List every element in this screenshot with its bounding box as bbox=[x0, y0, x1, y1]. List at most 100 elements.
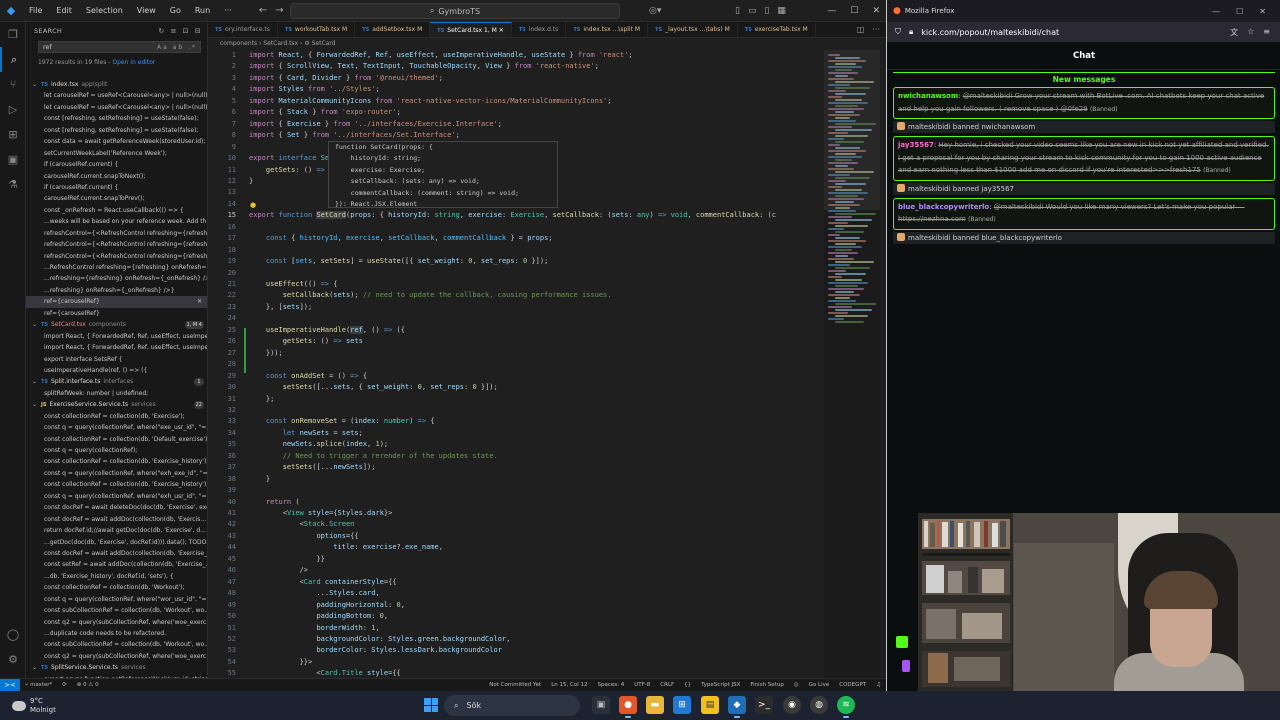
dismiss-result-icon[interactable]: ✕ bbox=[197, 296, 202, 307]
ff-close-icon[interactable]: ✕ bbox=[1259, 7, 1266, 16]
search-result-file[interactable]: ⌄ JS ExerciseService.Service.ts services 22 bbox=[26, 399, 207, 410]
remote-explorer-icon[interactable]: ▣ bbox=[0, 147, 26, 172]
ff-minimize-icon[interactable]: — bbox=[1212, 7, 1220, 16]
github-icon[interactable]: ◍ bbox=[810, 696, 828, 714]
cursor-position[interactable]: Ln 15, Col 12 bbox=[546, 682, 592, 688]
search-result-line[interactable]: const q = query(collectionRef, where("ex… bbox=[26, 468, 207, 479]
search-result-line[interactable]: const subCollectionRef = collection(db, … bbox=[26, 639, 207, 650]
lightbulb-icon[interactable]: ● bbox=[250, 201, 256, 209]
store-icon[interactable]: ⊞ bbox=[673, 696, 691, 714]
search-result-line[interactable]: const [refreshing, setRefreshing] = useS… bbox=[26, 113, 207, 124]
encoding[interactable]: UTF-8 bbox=[629, 682, 655, 688]
search-result-line[interactable]: ...refreshing={refreshing} onRefresh={_o… bbox=[26, 273, 207, 284]
chat-message[interactable]: jay35567: Hey homie, i checked your vide… bbox=[893, 136, 1275, 181]
search-result-line[interactable]: ref={carouselRef} bbox=[26, 308, 207, 319]
search-result-line[interactable]: setCurrentWeekLabel('Reference Week'); bbox=[26, 148, 207, 159]
chevron-down-icon[interactable]: ⌄ bbox=[32, 376, 41, 387]
clear-results-icon[interactable]: ≡ bbox=[170, 27, 176, 35]
search-result-file[interactable]: ⌄ TS index.tsx app\split bbox=[26, 79, 207, 90]
go-live[interactable]: Go Live bbox=[804, 682, 835, 688]
search-result-line[interactable]: ...weeks will be based on your reference… bbox=[26, 216, 207, 227]
search-result-line[interactable]: splitRefWeek: number | undefined; bbox=[26, 388, 207, 399]
menu-selection[interactable]: Selection bbox=[79, 6, 130, 15]
reader-icon[interactable]: ≡ bbox=[1263, 27, 1270, 38]
url-text[interactable]: kick.com/popout/malteskibidi/chat bbox=[921, 28, 1059, 37]
source-control-icon[interactable]: ⑂ bbox=[0, 72, 26, 97]
weather-widget[interactable]: 9°C Molnigt bbox=[0, 697, 180, 715]
new-search-editor-icon[interactable]: ⊡ bbox=[183, 27, 189, 35]
search-result-line[interactable]: const collectionRef = collection(db, 'Wo… bbox=[26, 582, 207, 593]
maximize-icon[interactable]: ☐ bbox=[850, 6, 858, 16]
firefox-taskbar-icon[interactable]: ● bbox=[619, 696, 637, 718]
end-of-line[interactable]: CRLF bbox=[655, 682, 679, 688]
split-editor-icon[interactable]: ◫ bbox=[857, 25, 865, 34]
search-result-line[interactable]: ...refreshing} onRefresh={_onRefresh} />… bbox=[26, 285, 207, 296]
account-icon[interactable]: ◯ bbox=[0, 622, 26, 647]
spotify-icon[interactable]: ≋ bbox=[837, 696, 855, 718]
search-result-line[interactable]: const collectionRef = collection(db, 'Ex… bbox=[26, 411, 207, 422]
problems-indicator[interactable]: ⊗ 0 ⚠ 0 bbox=[72, 682, 104, 688]
chat-username[interactable]: blue_blackcopywriterlo bbox=[898, 203, 989, 211]
search-result-line[interactable]: const collectionRef = collection(db, 'Ex… bbox=[26, 479, 207, 490]
finish-setup[interactable]: Finish Setup bbox=[745, 682, 788, 688]
branch-indicator[interactable]: ⑂ master* bbox=[20, 682, 57, 688]
tab-4[interactable]: TS index.d.ts bbox=[512, 22, 567, 37]
testing-icon[interactable]: ⚗ bbox=[0, 172, 26, 197]
language-mode[interactable]: TypeScript JSX bbox=[696, 682, 745, 688]
tab-5[interactable]: TS index.tsx ...\split M bbox=[566, 22, 649, 37]
extensions-icon[interactable]: ⊞ bbox=[0, 122, 26, 147]
search-result-line[interactable]: const docRef = await addDoc(collection(d… bbox=[26, 548, 207, 559]
copilot-icon[interactable]: ◎▾ bbox=[649, 6, 661, 16]
menu-file[interactable]: File bbox=[22, 6, 49, 15]
search-result-line[interactable]: import React, { ForwardedRef, Ref, useEf… bbox=[26, 331, 207, 342]
search-result-line[interactable]: ...RefreshControl refreshing={refreshing… bbox=[26, 262, 207, 273]
task-view-icon[interactable]: ▣ bbox=[592, 696, 610, 714]
run-debug-icon[interactable]: ▷ bbox=[0, 97, 26, 122]
chevron-down-icon[interactable]: ⌄ bbox=[32, 662, 41, 673]
search-result-file[interactable]: ⌄ TS Split.interface.ts interfaces 1 bbox=[26, 376, 207, 387]
toggle-panel-icon[interactable]: ▭ bbox=[748, 6, 757, 16]
git-blame[interactable]: Not Committed Yet bbox=[484, 682, 546, 688]
chat-message[interactable]: nwichanawsom: @malteskibidi Grow your st… bbox=[893, 87, 1275, 119]
sticky-notes-icon[interactable]: ▤ bbox=[701, 696, 719, 714]
minimap-viewport[interactable] bbox=[824, 50, 880, 210]
chat-username[interactable]: nwichanawsom bbox=[898, 92, 958, 100]
tab-3[interactable]: TS SetCard.tsx 1, M ✕ bbox=[430, 22, 512, 37]
taskbar-search[interactable]: ⌕ Sök bbox=[444, 695, 580, 716]
tab-2[interactable]: TS addSetbox.tsx M bbox=[355, 22, 431, 37]
bookmark-star-icon[interactable]: ☆ bbox=[1247, 27, 1254, 38]
translate-icon[interactable]: 文 bbox=[1230, 27, 1238, 38]
chat-message[interactable]: blue_blackcopywriterlo: @malteskibidi Wo… bbox=[893, 197, 1275, 230]
search-result-line[interactable]: if (carouselRef.current) { bbox=[26, 182, 207, 193]
sync-icon[interactable]: ⟳ bbox=[57, 682, 72, 688]
notifications-bell-icon[interactable]: ♫ bbox=[871, 682, 886, 688]
forward-arrow-icon[interactable]: → bbox=[275, 5, 283, 16]
remote-indicator-icon[interactable]: >< bbox=[0, 678, 20, 692]
search-result-line[interactable]: carouselRef.current.snapToNext(); bbox=[26, 171, 207, 182]
search-result-line[interactable]: const subCollectionRef = collection(db, … bbox=[26, 605, 207, 616]
customize-layout-icon[interactable]: ▦ bbox=[777, 6, 786, 16]
menu-run[interactable]: Run bbox=[188, 6, 217, 15]
search-result-line[interactable]: carouselRef.current.snapToPrev(); bbox=[26, 193, 207, 204]
refresh-icon[interactable]: ↻ bbox=[158, 27, 164, 35]
manage-gear-icon[interactable]: ⚙ bbox=[0, 647, 26, 672]
search-result-line[interactable]: ...duplicate code needs to be refactored… bbox=[26, 628, 207, 639]
search-result-line[interactable]: export interface SetsRef { bbox=[26, 354, 207, 365]
lock-icon[interactable]: 🔒︎ bbox=[909, 27, 913, 37]
indentation[interactable]: Spaces: 4 bbox=[593, 682, 630, 688]
more-menu-icon[interactable]: ··· bbox=[217, 6, 239, 15]
menu-go[interactable]: Go bbox=[163, 6, 188, 15]
search-options[interactable]: Aa ab .* bbox=[157, 44, 197, 51]
tab-1[interactable]: TS workoutTab.tsx M bbox=[278, 22, 356, 37]
minimap[interactable] bbox=[824, 50, 880, 678]
chevron-down-icon[interactable]: ⌄ bbox=[32, 319, 41, 330]
search-result-line[interactable]: refreshControl={<RefreshControl refreshi… bbox=[26, 228, 207, 239]
file-explorer-icon[interactable]: ▬ bbox=[646, 696, 664, 714]
tab-0[interactable]: TS ory.interface.ts bbox=[208, 22, 278, 37]
search-result-line[interactable]: const collectionRef = collection(db, 'De… bbox=[26, 434, 207, 445]
collapse-all-icon[interactable]: ⊟ bbox=[195, 27, 201, 35]
search-result-line[interactable]: const q = query(collectionRef, where("wo… bbox=[26, 594, 207, 605]
explorer-icon[interactable]: ❐ bbox=[0, 22, 26, 47]
search-result-line[interactable]: const setRef = await addDoc(collection(d… bbox=[26, 559, 207, 570]
search-result-file[interactable]: ⌄ TS SplitService.Service.ts services bbox=[26, 662, 207, 673]
